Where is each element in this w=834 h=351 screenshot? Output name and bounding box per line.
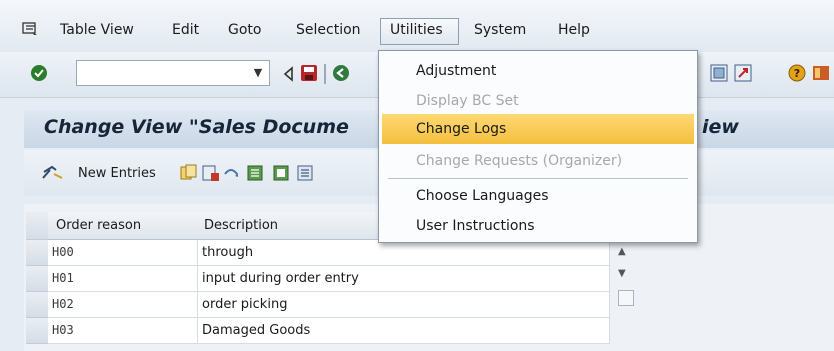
back-green-icon[interactable] [332, 64, 350, 82]
menu-goto[interactable]: Goto [228, 22, 261, 38]
menu-item-user-instructions[interactable]: User Instructions [388, 211, 688, 241]
select-block-icon[interactable] [272, 164, 290, 182]
svg-text:?: ? [794, 67, 800, 80]
save-icon[interactable] [300, 64, 318, 82]
menu-item-change-requests: Change Requests (Organizer) [416, 153, 623, 169]
new-entries-button[interactable]: New Entries [78, 166, 156, 181]
description-cell[interactable]: order picking [198, 292, 610, 318]
menu-edit[interactable]: Edit [172, 22, 199, 38]
menu-system[interactable]: System [474, 22, 526, 38]
column-header-order-reason[interactable]: Order reason [56, 218, 141, 233]
order-reason-cell: H00 [48, 240, 198, 266]
menu-item-change-logs[interactable]: Change Logs [382, 114, 694, 144]
select-all-rows-button[interactable] [26, 212, 48, 240]
menu-app-icon[interactable] [22, 22, 38, 36]
display-change-icon[interactable] [40, 164, 64, 182]
help-icon[interactable]: ? [788, 64, 806, 82]
command-field[interactable] [76, 60, 270, 86]
menu-item-choose-languages[interactable]: Choose Languages [388, 181, 688, 211]
scroll-down-arrow-icon[interactable]: ▼ [618, 268, 626, 279]
delete-icon[interactable] [202, 164, 220, 182]
row-selector[interactable] [26, 292, 48, 318]
order-reason-cell: H02 [48, 292, 198, 318]
column-header-description[interactable]: Description [204, 218, 278, 233]
row-selector[interactable] [26, 266, 48, 292]
page-title: Change View "Sales Docume [44, 116, 349, 138]
row-selector[interactable] [26, 318, 48, 344]
description-cell[interactable]: input during order entry [198, 266, 610, 292]
menu-help[interactable]: Help [558, 22, 590, 38]
undo-change-icon[interactable] [222, 164, 240, 182]
menu-utilities[interactable]: Utilities [390, 22, 443, 38]
page-title-tail: iew [702, 116, 739, 138]
toolbar-separator [324, 64, 326, 84]
menu-item-adjustment[interactable]: Adjustment [388, 56, 688, 86]
order-reason-cell: H01 [48, 266, 198, 292]
copy-as-icon[interactable] [180, 164, 198, 182]
back-arrow-icon[interactable] [282, 66, 294, 82]
layout-icon[interactable] [710, 64, 728, 82]
menu-separator [388, 178, 688, 179]
order-reason-cell: H03 [48, 318, 198, 344]
select-all-icon[interactable] [246, 164, 264, 182]
menu-table-view[interactable]: Table View [60, 22, 134, 38]
row-selector[interactable] [26, 240, 48, 266]
menu-selection[interactable]: Selection [296, 22, 361, 38]
scroll-up-arrow-icon[interactable]: ▲ [618, 246, 626, 257]
description-cell[interactable]: Damaged Goods [198, 318, 610, 344]
enter-checkmark-icon[interactable] [30, 64, 48, 82]
description-cell[interactable]: through [198, 240, 610, 266]
customize-layout-icon[interactable] [812, 64, 830, 82]
deselect-all-icon[interactable] [296, 164, 314, 182]
scroll-thumb[interactable] [618, 290, 634, 306]
command-field-dropdown-icon[interactable]: ▼ [248, 62, 268, 84]
menu-item-display-bc-set: Display BC Set [416, 93, 519, 109]
create-shortcut-icon[interactable] [734, 64, 752, 82]
